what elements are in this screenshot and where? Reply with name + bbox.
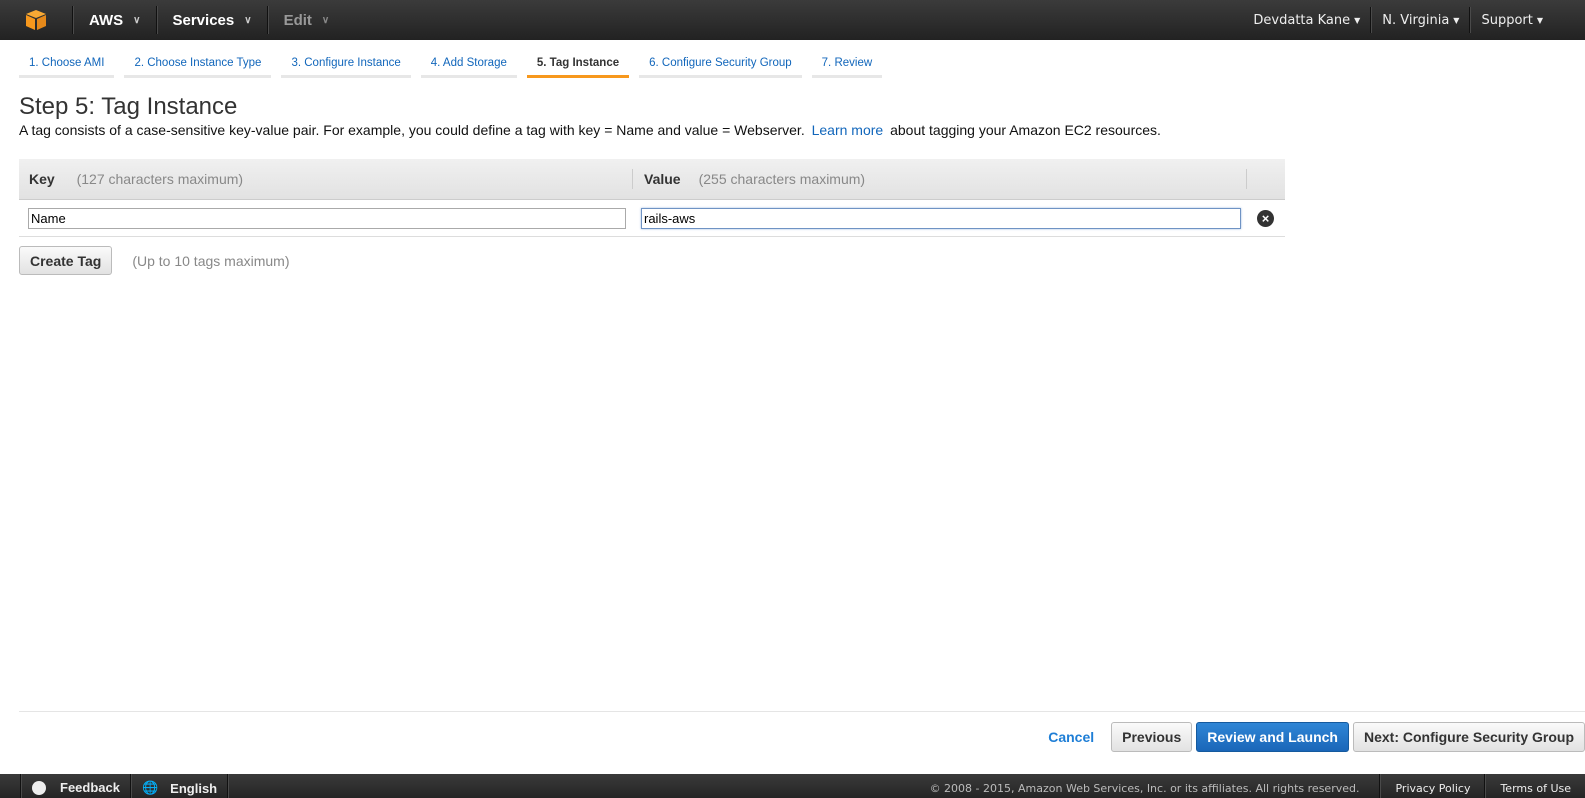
aws-cube-icon (26, 10, 46, 30)
page-title: Step 5: Tag Instance (19, 93, 238, 120)
caret-down-icon: ▼ (1453, 15, 1460, 25)
console-footer: Feedback 🌐 English © 2008 - 2015, Amazon… (0, 774, 1585, 798)
header-divider (1246, 169, 1247, 189)
nav-support-menu[interactable]: Support ▼ (1471, 0, 1585, 40)
chevron-down-icon: ∨ (321, 14, 330, 26)
caret-down-icon: ▼ (1354, 15, 1361, 25)
feedback-button[interactable]: Feedback (22, 774, 130, 795)
tag-table: Key (127 characters maximum) Value (255 … (19, 159, 1285, 237)
description-text: A tag consists of a case-sensitive key-v… (19, 122, 805, 138)
page-description: A tag consists of a case-sensitive key-v… (19, 122, 1161, 138)
tag-key-input[interactable] (28, 208, 626, 229)
key-header-hint: (127 characters maximum) (76, 171, 244, 187)
language-selector[interactable]: 🌐 English (132, 774, 227, 796)
table-row: × (19, 200, 1285, 237)
chevron-down-icon: ∨ (244, 14, 252, 26)
key-column-header: Key (127 characters maximum) (29, 171, 243, 187)
learn-more-link[interactable]: Learn more (812, 122, 884, 138)
remove-circle-icon[interactable]: × (1257, 210, 1274, 227)
wizard-steps: 1. Choose AMI 2. Choose Instance Type 3.… (19, 53, 892, 78)
key-header-label: Key (29, 171, 55, 187)
globe-icon: 🌐 (141, 780, 159, 795)
tag-value-input[interactable] (641, 208, 1241, 229)
cancel-link[interactable]: Cancel (1048, 729, 1094, 745)
tab-choose-instance-type[interactable]: 2. Choose Instance Type (124, 53, 272, 78)
value-header-label: Value (644, 171, 681, 187)
chevron-down-icon: ∨ (133, 14, 141, 26)
nav-right-group: Devdatta Kane ▼ N. Virginia ▼ Support ▼ (1243, 0, 1585, 40)
tab-choose-ami[interactable]: 1. Choose AMI (19, 53, 115, 78)
feedback-label: Feedback (60, 780, 120, 795)
region-name: N. Virginia (1382, 12, 1450, 28)
nav-aws-menu[interactable]: AWS ∨ (74, 0, 156, 40)
nav-edit-menu[interactable]: Edit ∨ (269, 0, 345, 40)
tab-add-storage[interactable]: 4. Add Storage (420, 53, 517, 78)
nav-region-menu[interactable]: N. Virginia ▼ (1372, 0, 1469, 40)
wizard-actions: Cancel Previous Review and Launch Next: … (1048, 722, 1585, 752)
create-tag-row: Create Tag (Up to 10 tags maximum) (19, 246, 290, 275)
support-label: Support (1481, 12, 1533, 28)
create-tag-button[interactable]: Create Tag (19, 246, 113, 275)
create-tag-hint: (Up to 10 tags maximum) (132, 252, 290, 269)
caret-down-icon: ▼ (1536, 15, 1543, 25)
review-and-launch-button[interactable]: Review and Launch (1196, 722, 1349, 752)
terms-of-use-link[interactable]: Terms of Use (1486, 774, 1585, 795)
footer-divider (227, 774, 230, 798)
tag-table-header: Key (127 characters maximum) Value (255 … (19, 159, 1285, 200)
previous-button[interactable]: Previous (1111, 722, 1193, 752)
account-name: Devdatta Kane (1253, 12, 1351, 28)
language-label: English (170, 780, 218, 796)
nav-services-menu[interactable]: Services ∨ (158, 0, 267, 40)
privacy-policy-link[interactable]: Privacy Policy (1381, 774, 1484, 795)
next-configure-security-group-button[interactable]: Next: Configure Security Group (1352, 722, 1585, 752)
nav-account-menu[interactable]: Devdatta Kane ▼ (1243, 0, 1370, 40)
footer-right: © 2008 - 2015, Amazon Web Services, Inc.… (930, 774, 1585, 798)
top-navigation-bar: AWS ∨ Services ∨ Edit ∨ Devdatta Kane ▼ … (0, 0, 1585, 40)
actions-divider (19, 711, 1585, 712)
nav-aws-label: AWS (89, 11, 124, 29)
value-header-hint: (255 characters maximum) (698, 171, 866, 187)
tab-tag-instance[interactable]: 5. Tag Instance (526, 53, 630, 78)
nav-services-label: Services (172, 11, 235, 29)
value-column-header: Value (255 characters maximum) (632, 169, 865, 189)
copyright-text: © 2008 - 2015, Amazon Web Services, Inc.… (929, 782, 1360, 795)
tab-configure-instance[interactable]: 3. Configure Instance (281, 53, 411, 78)
tab-review[interactable]: 7. Review (811, 53, 883, 78)
nav-edit-label: Edit (283, 11, 312, 29)
speech-bubble-icon (32, 780, 46, 795)
tab-configure-security-group[interactable]: 6. Configure Security Group (639, 53, 802, 78)
aws-logo[interactable] (0, 0, 72, 40)
description-text-end: about tagging your Amazon EC2 resources. (890, 122, 1161, 138)
